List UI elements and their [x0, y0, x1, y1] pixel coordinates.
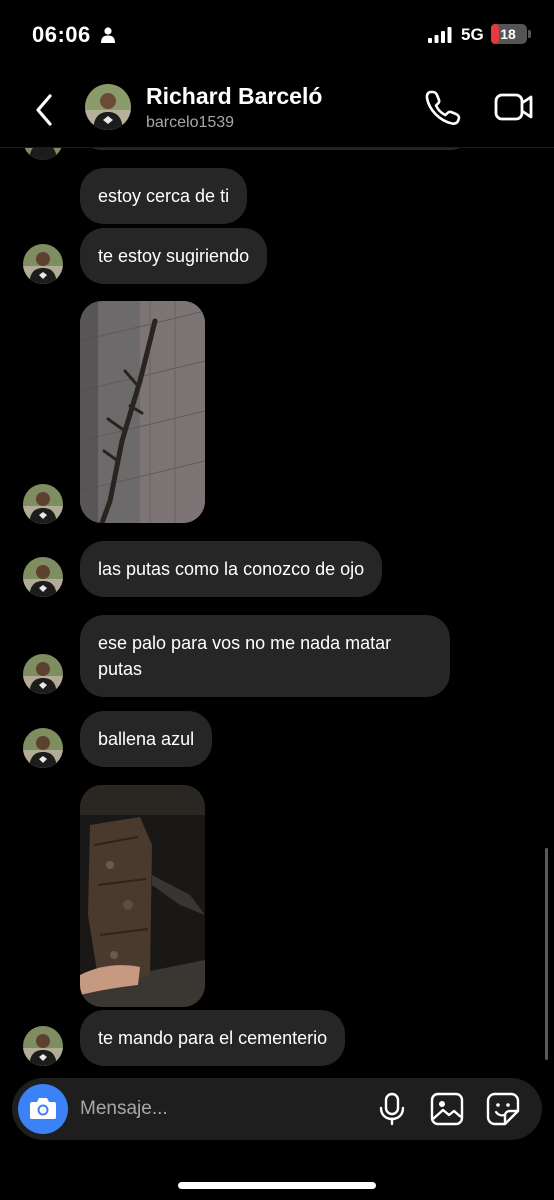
contact-username[interactable]: barcelo1539	[146, 114, 234, 132]
status-bar: 06:06 5G 18	[0, 0, 554, 70]
back-icon[interactable]	[30, 90, 60, 130]
battery-icon: 18	[491, 24, 527, 44]
message-bubble[interactable]: te mando para el cementerio	[80, 1010, 346, 1066]
sender-avatar	[23, 654, 63, 694]
network-label: 5G	[461, 25, 484, 44]
sender-avatar	[23, 244, 63, 284]
microphone-icon[interactable]	[378, 1092, 406, 1126]
video-camera-icon[interactable]	[494, 90, 534, 124]
partial-message-bubble[interactable]	[80, 148, 472, 150]
message-composer	[12, 1078, 542, 1140]
photo-message[interactable]	[80, 301, 205, 523]
message-bubble[interactable]: te estoy sugiriendo	[80, 228, 268, 284]
sender-avatar	[23, 484, 63, 524]
gallery-icon[interactable]	[430, 1092, 464, 1126]
contact-name[interactable]: Richard Barceló	[146, 83, 322, 110]
message-bubble[interactable]: las putas como la conozco de ojo	[80, 541, 383, 597]
message-bubble[interactable]: ballena azul	[80, 711, 213, 767]
sender-avatar	[23, 148, 63, 160]
signal-icon	[428, 27, 452, 43]
sender-avatar	[23, 728, 63, 768]
sticker-icon[interactable]	[486, 1092, 520, 1126]
phone-icon[interactable]	[424, 88, 462, 126]
sender-avatar	[23, 1026, 63, 1066]
sender-avatar	[23, 557, 63, 597]
battery-label: 18	[500, 26, 516, 42]
camera-button[interactable]	[18, 1084, 68, 1134]
message-list[interactable]: estoy cerca de ti te estoy sugiriendo la…	[0, 148, 554, 1076]
message-input[interactable]	[80, 1094, 370, 1124]
chat-header: Richard Barceló barcelo1539	[0, 72, 554, 148]
home-indicator[interactable]	[178, 1182, 376, 1189]
photo-message[interactable]	[80, 785, 205, 1007]
message-bubble[interactable]: ese palo para vos no me nada matar putas	[80, 615, 450, 697]
status-time: 06:06	[32, 22, 91, 47]
camera-icon	[30, 1098, 56, 1119]
battery-tip	[528, 30, 531, 38]
message-bubble[interactable]: estoy cerca de ti	[80, 168, 248, 224]
header-avatar[interactable]	[85, 84, 131, 130]
person-icon	[101, 27, 115, 43]
scroll-indicator[interactable]	[545, 848, 548, 1060]
